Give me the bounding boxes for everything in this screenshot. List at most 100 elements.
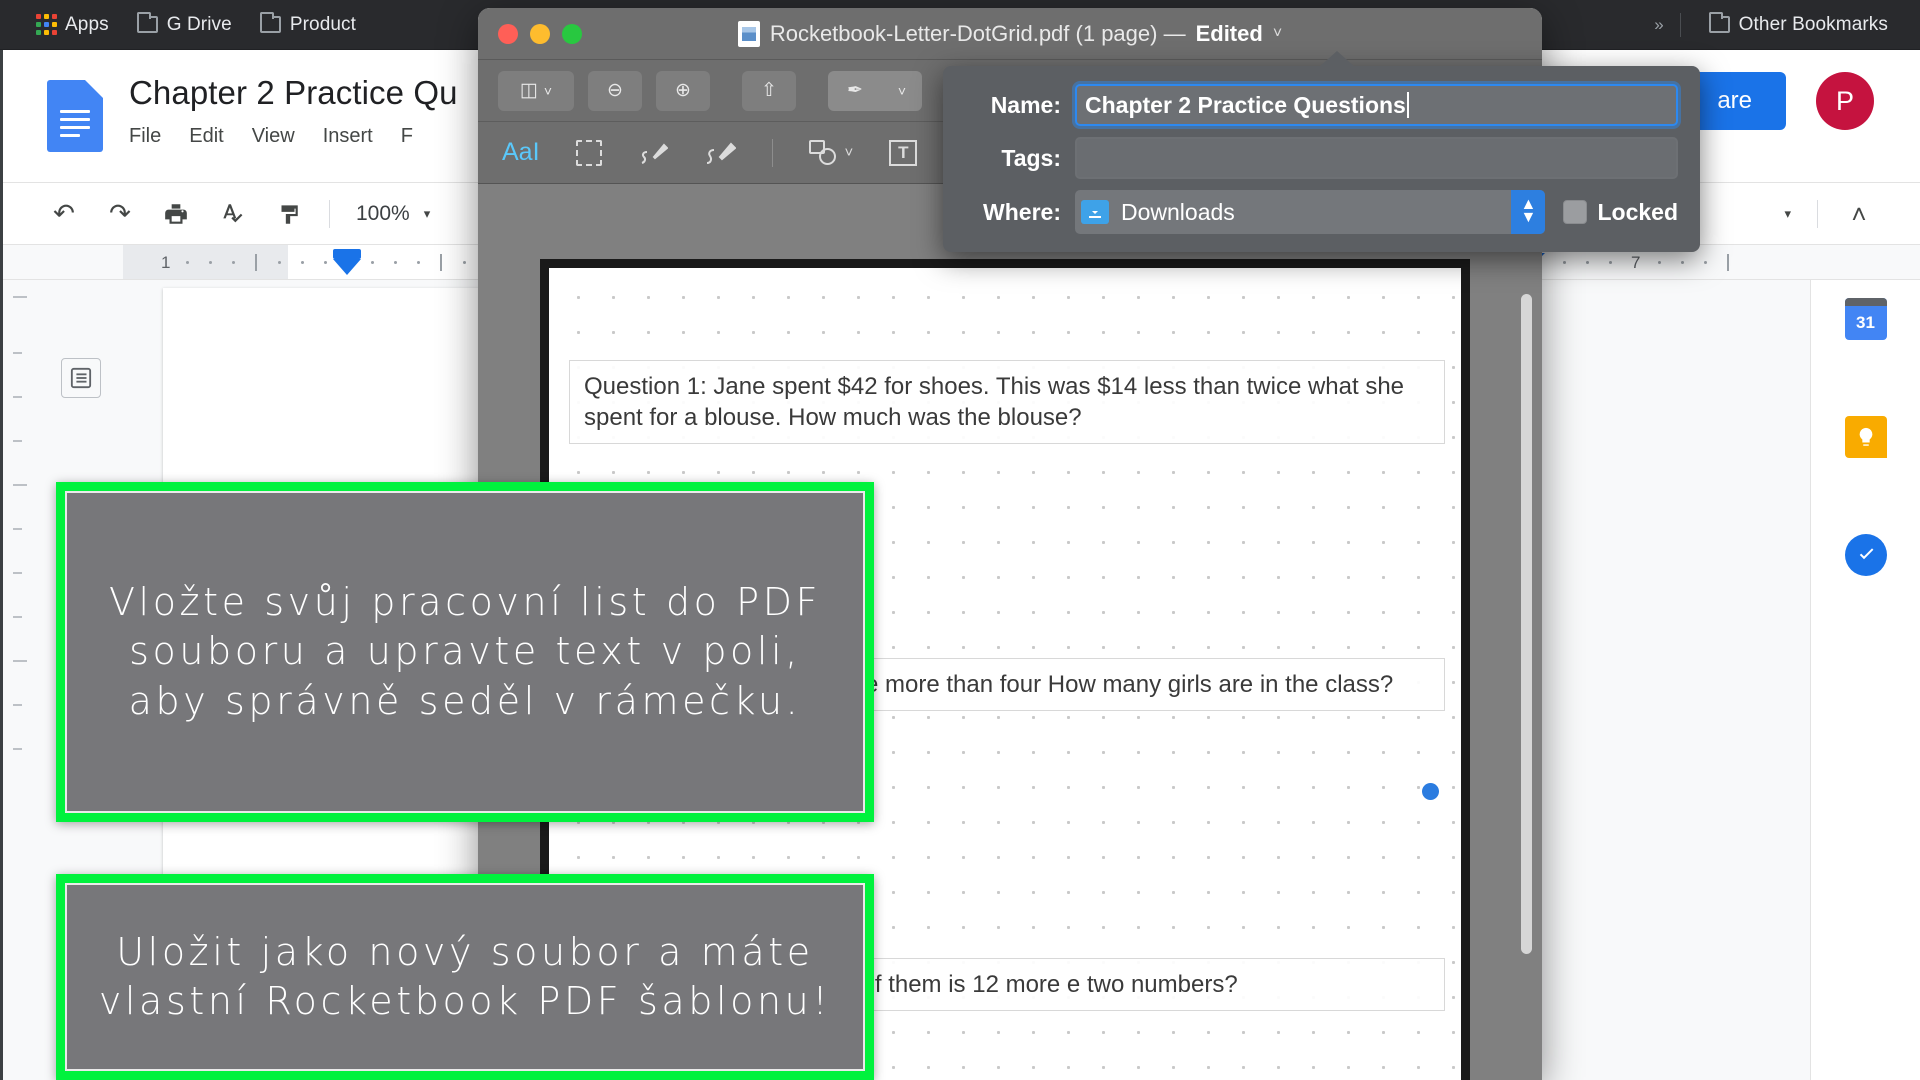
folder-icon <box>259 12 281 33</box>
bookmark-apps[interactable]: Apps <box>26 8 119 42</box>
preview-titlebar[interactable]: Rocketbook-Letter-DotGrid.pdf (1 page) —… <box>478 8 1542 60</box>
docs-right-sidebar: 31 <box>1810 280 1920 1080</box>
ruler-tab-stop[interactable] <box>1727 254 1729 271</box>
text-box-icon: T <box>889 139 918 166</box>
bookmarks-overflow-group: » Other Bookmarks <box>1646 8 1898 42</box>
toolbar-separator <box>329 199 330 228</box>
ruler-tab-stop[interactable] <box>440 254 442 271</box>
preview-scrollbar[interactable] <box>1521 294 1532 954</box>
menu-view[interactable]: View <box>252 125 295 148</box>
undo-icon[interactable]: ↶ <box>49 198 79 229</box>
markup-button[interactable]: ✒ <box>828 70 882 111</box>
locked-label: Locked <box>1597 198 1678 225</box>
ruler-tick <box>463 261 466 264</box>
name-field-value: Chapter 2 Practice Questions <box>1085 91 1406 118</box>
sidebar-toggle-button[interactable]: ◫ ˅ <box>498 70 574 111</box>
markup-caret-button[interactable]: ˅ <box>882 70 922 111</box>
paint-format-icon[interactable] <box>273 199 303 229</box>
callout-inner: Vložte svůj pracovní list do PDF souboru… <box>65 491 865 813</box>
instruction-callout-1: Vložte svůj pracovní list do PDF souboru… <box>56 482 874 822</box>
tags-label: Tags: <box>1001 144 1061 171</box>
pdf-question-box[interactable]: Question 1: Jane spent $42 for shoes. Th… <box>569 360 1445 445</box>
zoom-in-icon: ⊕ <box>675 80 691 101</box>
minimize-window-button[interactable] <box>530 23 550 44</box>
sidebar-icon: ◫ <box>519 80 538 101</box>
where-stepper[interactable]: ▲ ▼ <box>1511 190 1546 234</box>
zoom-out-button[interactable]: ⊖ <box>588 70 642 111</box>
bookmark-g-drive-label: G Drive <box>166 13 232 35</box>
ruler-tick <box>1704 261 1707 264</box>
marquee-icon <box>575 139 602 166</box>
ruler-tab-stop[interactable] <box>255 254 257 271</box>
google-tasks-icon[interactable] <box>1844 534 1887 576</box>
bookmark-g-drive[interactable]: G Drive <box>127 8 242 42</box>
document-outline-button[interactable] <box>61 358 101 398</box>
locked-checkbox[interactable] <box>1563 200 1588 224</box>
text-selection-tool[interactable]: AaI <box>502 138 540 167</box>
first-line-indent-marker[interactable] <box>333 259 361 275</box>
rectangular-selection-tool[interactable] <box>575 139 602 166</box>
ruler-tick <box>1609 261 1612 264</box>
where-label: Where: <box>983 198 1061 225</box>
zoom-level: 100% <box>356 201 410 225</box>
menu-insert[interactable]: Insert <box>323 125 373 148</box>
page-title[interactable]: Chapter 2 Practice Qu <box>129 74 458 112</box>
ruler-tick <box>232 261 235 264</box>
sheet-pointer <box>1319 51 1355 67</box>
ruler-tick <box>1563 261 1566 264</box>
zoom-in-button[interactable]: ⊕ <box>656 70 710 111</box>
left-indent-marker[interactable] <box>333 249 361 259</box>
share-icon: ⇧ <box>761 80 777 101</box>
chevron-down-icon[interactable]: ▾ <box>1784 206 1791 222</box>
ruler-tick <box>1658 261 1661 264</box>
toolbar-separator <box>1817 200 1818 228</box>
edited-status: Edited <box>1195 20 1263 46</box>
overflow-chevrons-icon[interactable]: » <box>1646 15 1669 35</box>
share-button[interactable]: ⇧ <box>742 70 796 111</box>
name-label: Name: <box>990 91 1061 118</box>
sketch-tool[interactable] <box>704 139 736 167</box>
print-icon[interactable] <box>161 199 191 229</box>
google-docs-logo-icon[interactable] <box>47 80 103 152</box>
chevron-down-icon: ˅ <box>897 82 907 99</box>
spellcheck-icon[interactable] <box>217 199 247 229</box>
google-calendar-icon[interactable]: 31 <box>1844 298 1887 340</box>
avatar[interactable]: P <box>1816 72 1874 130</box>
name-field[interactable]: Chapter 2 Practice Questions <box>1075 84 1678 126</box>
tags-field[interactable] <box>1075 137 1678 179</box>
pen-icon: ✒ <box>847 80 863 101</box>
window-controls <box>498 23 582 44</box>
locked-checkbox-group[interactable]: Locked <box>1563 199 1678 226</box>
sketch-icon <box>706 142 736 164</box>
ruler-tick <box>1586 261 1589 264</box>
zoom-control[interactable]: 100% ▾ <box>356 202 430 226</box>
menu-file[interactable]: File <box>129 125 161 148</box>
folder-icon <box>1708 12 1730 33</box>
callout-text: Vložte svůj pracovní list do PDF souboru… <box>108 580 822 723</box>
where-select[interactable]: Downloads ▲ ▼ <box>1075 190 1546 234</box>
save-dialog-sheet: Name: Chapter 2 Practice Questions Tags:… <box>943 51 1700 252</box>
maximize-window-button[interactable] <box>562 23 582 44</box>
google-keep-icon[interactable] <box>1844 416 1887 458</box>
redo-icon[interactable]: ↷ <box>105 198 135 229</box>
ruler-tick <box>394 261 397 264</box>
downloads-folder-icon <box>1081 200 1109 224</box>
shapes-tool[interactable]: ˅ <box>808 139 853 166</box>
menu-edit[interactable]: Edit <box>189 125 223 148</box>
chevron-down-icon[interactable]: ˅ <box>1273 25 1282 43</box>
instant-alpha-tool[interactable] <box>638 139 668 167</box>
text-tool[interactable]: T <box>889 139 918 166</box>
vertical-ruler <box>3 280 27 1080</box>
selection-handle[interactable] <box>1422 783 1439 800</box>
callout-inner: Uložit jako nový soubor a máte vlastní R… <box>65 883 865 1071</box>
bookmark-other-bookmarks[interactable]: Other Bookmarks <box>1699 8 1898 42</box>
menu-format[interactable]: F <box>401 125 413 148</box>
docs-menubar: File Edit View Insert F <box>129 125 458 148</box>
ruler-tick <box>371 261 374 264</box>
bookmark-product[interactable]: Product <box>250 8 366 42</box>
close-window-button[interactable] <box>498 23 518 44</box>
preview-filename: Rocketbook-Letter-DotGrid.pdf (1 page) — <box>769 20 1186 46</box>
bookmark-apps-label: Apps <box>65 13 109 35</box>
collapse-toolbar-icon[interactable]: ˄ <box>1844 199 1874 229</box>
toolbar-right-group: ▾ ˄ <box>1784 183 1874 245</box>
